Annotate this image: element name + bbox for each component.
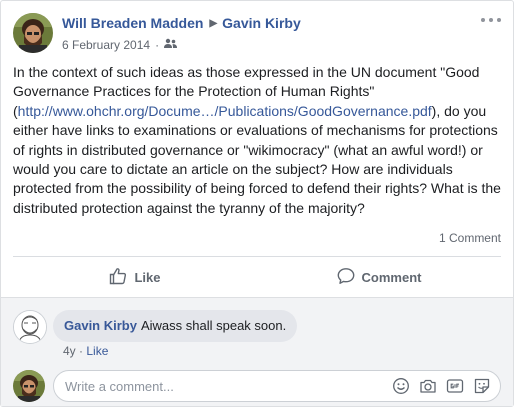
thumbs-up-icon bbox=[109, 267, 134, 288]
emoji-icon[interactable] bbox=[392, 377, 410, 395]
more-dots-icon[interactable] bbox=[481, 15, 501, 25]
current-user-avatar bbox=[13, 370, 45, 402]
post-header: Will Breaden Madden ▶ Gavin Kirby bbox=[62, 15, 301, 31]
speech-bubble-icon bbox=[337, 267, 362, 288]
comment-bubble: Gavin Kirby Aiwass shall speak soon. bbox=[53, 310, 298, 342]
comment-count-link[interactable]: 1 Comment bbox=[439, 231, 501, 245]
post-meta: 6 February 2014 · bbox=[62, 38, 178, 52]
action-bar: Like Comment bbox=[13, 259, 501, 295]
actions-divider-top bbox=[13, 256, 501, 257]
meta-separator: · bbox=[155, 38, 160, 52]
comment-like-link[interactable]: Like bbox=[86, 344, 108, 358]
post-card: Will Breaden Madden ▶ Gavin Kirby 6 Febr… bbox=[0, 0, 514, 407]
comment-author-link[interactable]: Gavin Kirby bbox=[64, 318, 137, 333]
comment-meta: 4y · Like bbox=[63, 344, 108, 358]
comment-label: Comment bbox=[361, 269, 422, 285]
post-date-link[interactable]: 6 February 2014 bbox=[62, 38, 150, 52]
comment-input[interactable] bbox=[54, 377, 392, 395]
comment-composer bbox=[53, 370, 501, 402]
comment-meta-separator: · bbox=[79, 344, 84, 358]
post-text-part-2: ), do you either have links to examinati… bbox=[13, 102, 501, 216]
commenter-avatar[interactable] bbox=[13, 310, 47, 344]
recipient-name-link[interactable]: Gavin Kirby bbox=[222, 15, 301, 31]
post-text: In the context of such ideas as those ex… bbox=[13, 63, 503, 218]
gif-icon[interactable] bbox=[446, 377, 464, 395]
author-name-link[interactable]: Will Breaden Madden bbox=[62, 15, 203, 31]
friends-icon[interactable] bbox=[164, 38, 178, 52]
comment-button[interactable]: Comment bbox=[257, 259, 501, 295]
sticker-icon[interactable] bbox=[473, 377, 491, 395]
camera-icon[interactable] bbox=[419, 377, 437, 395]
arrow-right-icon: ▶ bbox=[209, 17, 218, 29]
like-button[interactable]: Like bbox=[13, 259, 257, 295]
like-label: Like bbox=[134, 269, 161, 285]
comments-section: Gavin Kirby Aiwass shall speak soon. 4y ·… bbox=[1, 297, 513, 406]
comment-text: Aiwass shall speak soon. bbox=[140, 318, 287, 333]
author-avatar[interactable] bbox=[13, 13, 53, 53]
comment-age[interactable]: 4y bbox=[63, 344, 76, 358]
composer-tools bbox=[392, 377, 500, 395]
document-link[interactable]: http://www.ohchr.org/Docume…/Publication… bbox=[18, 103, 432, 119]
